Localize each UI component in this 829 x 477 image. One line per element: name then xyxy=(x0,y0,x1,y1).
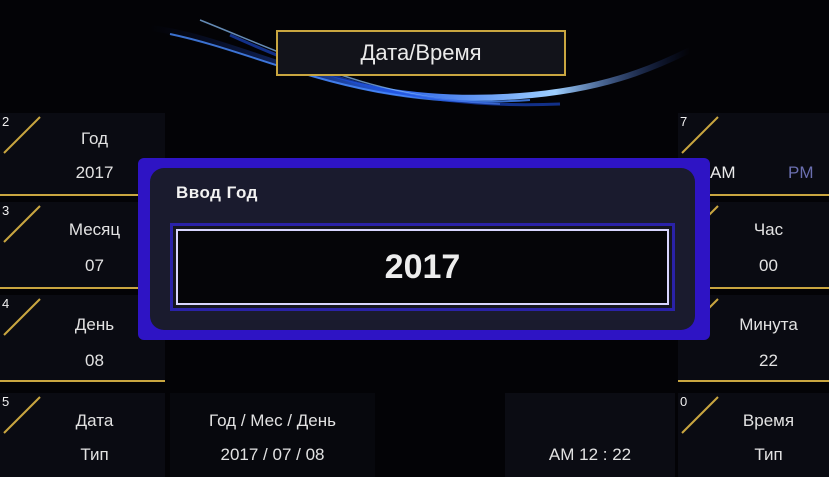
tile-number: 0 xyxy=(680,394,688,409)
date-format-label: Год / Мес / День xyxy=(209,411,336,430)
tile-number: 4 xyxy=(2,296,10,311)
date-format-value: 2017 / 07 / 08 xyxy=(220,445,325,464)
time-type-value: Тип xyxy=(754,445,783,464)
year-input-box[interactable]: 2017 xyxy=(176,229,669,305)
screen-title: Дата/Время xyxy=(276,30,566,76)
hour-value: 00 xyxy=(759,256,778,275)
current-time-panel: AM 12 : 22 xyxy=(505,393,675,477)
date-type-tile[interactable]: 5 Дата Тип xyxy=(0,393,165,477)
time-type-label: Время xyxy=(742,411,795,430)
year-label: Год xyxy=(80,129,109,148)
tile-number: 3 xyxy=(2,203,10,218)
tile-number: 5 xyxy=(2,394,10,409)
datetime-screen: Дата/Время 2 Год 2017 3 Месяц 07 4 День … xyxy=(0,0,829,477)
tile-divider xyxy=(678,380,829,382)
tile-number: 2 xyxy=(2,114,10,129)
input-dialog-title: Ввод Год xyxy=(176,183,258,202)
date-format-panel: Год / Мес / День 2017 / 07 / 08 xyxy=(170,393,375,477)
day-value: 08 xyxy=(85,351,104,370)
am-option[interactable]: AM xyxy=(710,163,736,183)
minute-value: 22 xyxy=(759,351,778,370)
date-type-value: Тип xyxy=(80,445,109,464)
current-time: AM 12 : 22 xyxy=(548,445,632,464)
tile-divider xyxy=(0,380,165,382)
year-input-field[interactable]: 2017 xyxy=(170,223,675,311)
pm-option[interactable]: PM xyxy=(788,163,814,183)
minute-label: Минута xyxy=(739,315,798,334)
year-input-value: 2017 xyxy=(384,247,461,286)
time-type-tile[interactable]: 0 Время Тип xyxy=(678,393,829,477)
date-type-label: Дата xyxy=(75,411,114,430)
tile-number: 7 xyxy=(680,114,688,129)
hour-label: Час xyxy=(753,220,784,239)
